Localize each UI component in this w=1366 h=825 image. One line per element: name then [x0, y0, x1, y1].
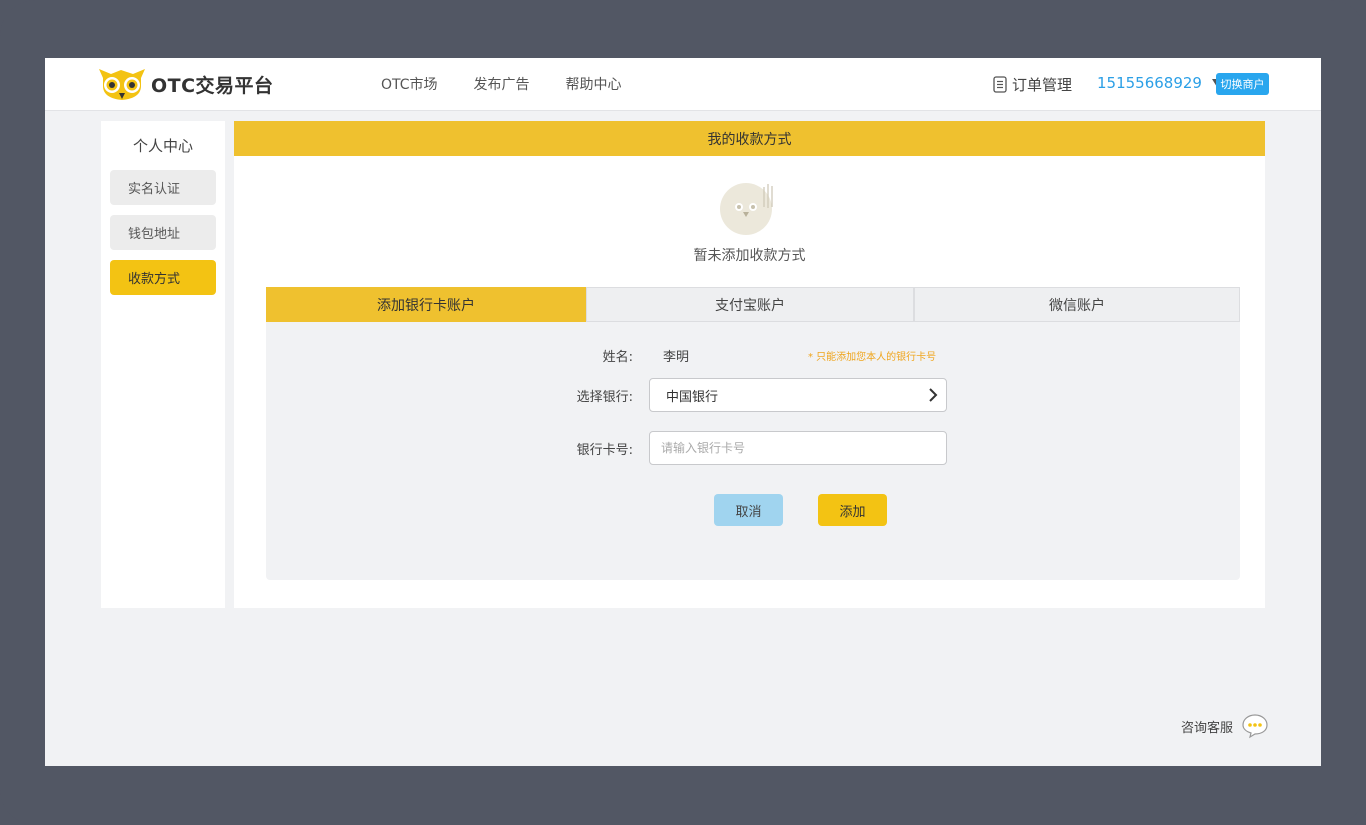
user-phone: 15155668929 [1097, 74, 1202, 92]
name-value: 李明 [663, 350, 690, 365]
switch-merchant-button[interactable]: 切换商户 [1216, 73, 1269, 95]
add-button[interactable]: 添加 [818, 494, 887, 526]
top-navbar: OTC交易平台 OTC市场 发布广告 帮助中心 订单管理 15155668929… [45, 58, 1321, 111]
order-management-label: 订单管理 [1012, 76, 1073, 94]
nav-post-ad[interactable]: 发布广告 [474, 74, 530, 94]
nav-help-center[interactable]: 帮助中心 [566, 74, 622, 94]
tab-bank-card[interactable]: 添加银行卡账户 [266, 287, 586, 322]
bank-select[interactable]: 中国银行 [649, 378, 947, 412]
sidebar-item-real-name-verification[interactable]: 实名认证 [110, 170, 216, 205]
name-label: 姓名: [602, 350, 633, 365]
user-account-dropdown[interactable]: 15155668929 [1097, 74, 1223, 92]
document-icon [993, 76, 1007, 93]
page-title: 我的收款方式 [234, 121, 1265, 156]
bank-label: 选择银行: [576, 389, 633, 405]
chat-bubble-icon [1242, 714, 1268, 739]
sidebar: 个人中心 实名认证 钱包地址 收款方式 [101, 121, 225, 608]
app-window: OTC交易平台 OTC市场 发布广告 帮助中心 订单管理 15155668929… [45, 58, 1321, 766]
payment-type-tabs: 添加银行卡账户 支付宝账户 微信账户 [266, 287, 1240, 322]
customer-service-button[interactable]: 咨询客服 [1181, 713, 1269, 739]
card-number-label: 银行卡号: [576, 442, 633, 458]
nav-otc-market[interactable]: OTC市场 [381, 74, 438, 94]
name-row: 姓名: 李明 [553, 346, 689, 365]
empty-state: 暂未添加收款方式 [234, 181, 1265, 265]
tab-alipay[interactable]: 支付宝账户 [586, 287, 914, 322]
customer-service-label: 咨询客服 [1181, 720, 1234, 736]
chevron-right-icon [929, 388, 938, 402]
main-panel: 我的收款方式 暂未添加收款方式 添加银行卡账户 支付宝账户 微信账户 姓名: 李… [234, 121, 1265, 608]
logo-text: OTC交易平台 [151, 74, 274, 97]
sidebar-item-payment-methods[interactable]: 收款方式 [110, 260, 216, 295]
bank-card-hint: * 只能添加您本人的银行卡号 [808, 352, 937, 363]
owl-placeholder-icon [719, 183, 773, 235]
tab-wechat[interactable]: 微信账户 [914, 287, 1240, 322]
owl-logo-icon [99, 69, 145, 100]
bank-card-form: 姓名: 李明 * 只能添加您本人的银行卡号 选择银行: 中国银行 银行卡号: 取… [266, 322, 1240, 580]
cancel-button[interactable]: 取消 [714, 494, 783, 526]
main-nav: OTC市场 发布广告 帮助中心 [381, 58, 622, 110]
logo[interactable]: OTC交易平台 [97, 66, 274, 102]
bank-select-value: 中国银行 [666, 389, 719, 405]
empty-state-text: 暂未添加收款方式 [693, 248, 806, 264]
card-number-row: 银行卡号: [553, 431, 947, 465]
card-number-input[interactable] [649, 431, 947, 465]
order-management-link[interactable]: 订单管理 [993, 74, 1072, 95]
sidebar-title: 个人中心 [132, 137, 193, 155]
sidebar-item-wallet-address[interactable]: 钱包地址 [110, 215, 216, 250]
bank-row: 选择银行: 中国银行 [553, 378, 947, 412]
